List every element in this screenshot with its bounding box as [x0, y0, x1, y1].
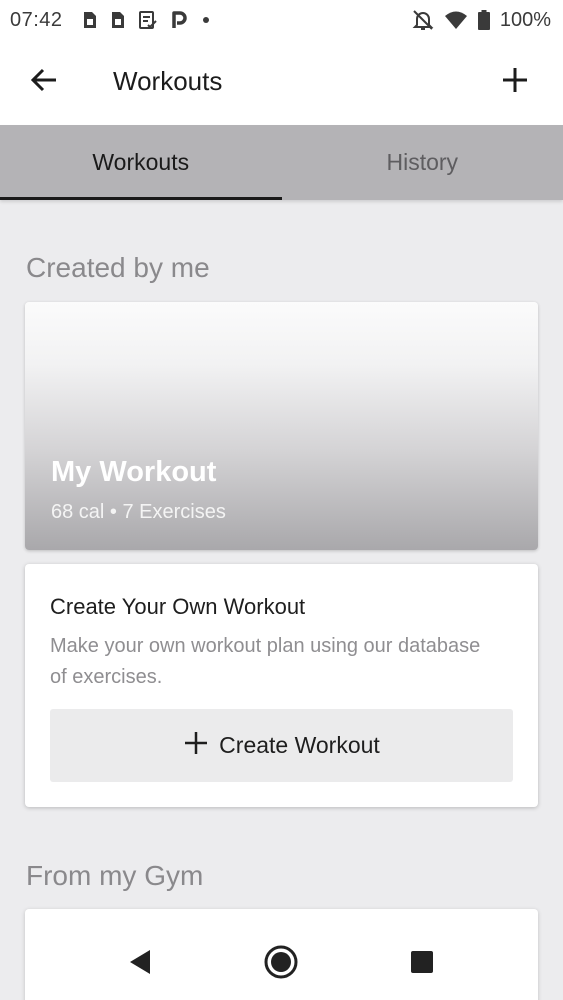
workout-card-my-workout[interactable]: My Workout 68 cal • 7 Exercises — [25, 302, 538, 550]
dot-icon — [201, 15, 211, 25]
page-title: Workouts — [113, 66, 223, 96]
home-circle-icon — [263, 944, 299, 985]
create-workout-label: Create Workout — [219, 732, 380, 758]
status-left: 07:42 — [10, 9, 211, 32]
system-nav-bar — [0, 926, 563, 1000]
battery-percent: 100% — [499, 8, 551, 31]
status-time: 07:42 — [10, 8, 63, 31]
back-button[interactable] — [24, 62, 64, 102]
tab-history[interactable]: History — [282, 125, 563, 200]
plus-icon — [183, 730, 209, 762]
workout-name: My Workout — [51, 456, 217, 488]
arrow-left-icon — [30, 68, 58, 97]
nav-back-button[interactable] — [120, 944, 160, 984]
workout-meta: 68 cal • 7 Exercises — [51, 501, 226, 523]
nav-recents-button[interactable] — [402, 944, 442, 984]
create-card-title: Create Your Own Workout — [50, 594, 306, 619]
battery-icon — [477, 10, 490, 30]
create-card-description: Make your own workout plan using our dat… — [50, 635, 481, 688]
create-workout-card: Create Your Own Workout Make your own wo… — [25, 564, 538, 807]
checklist-icon — [138, 11, 157, 29]
add-workout-button[interactable] — [495, 62, 535, 102]
recents-square-icon — [410, 950, 434, 979]
status-right: 100% — [412, 9, 551, 32]
sim-card-icon — [111, 11, 125, 29]
plus-icon — [502, 67, 528, 98]
tab-bar: Workouts History — [0, 125, 563, 200]
bell-off-icon — [412, 9, 434, 31]
section-title-created-by-me: Created by me — [26, 252, 210, 283]
status-bar: 07:42 100% — [0, 0, 563, 40]
create-workout-button[interactable]: Create Workout — [50, 709, 513, 782]
sim-card-icon — [83, 11, 97, 29]
parking-icon — [171, 11, 187, 29]
app-bar: Workouts — [0, 40, 563, 125]
back-triangle-icon — [128, 949, 152, 980]
section-title-from-my-gym: From my Gym — [26, 860, 204, 891]
screen: 07:42 100% Workouts Workouts History Cre… — [0, 0, 563, 1000]
wifi-icon — [444, 10, 468, 30]
nav-home-button[interactable] — [261, 944, 301, 984]
tab-workouts[interactable]: Workouts — [0, 125, 282, 200]
